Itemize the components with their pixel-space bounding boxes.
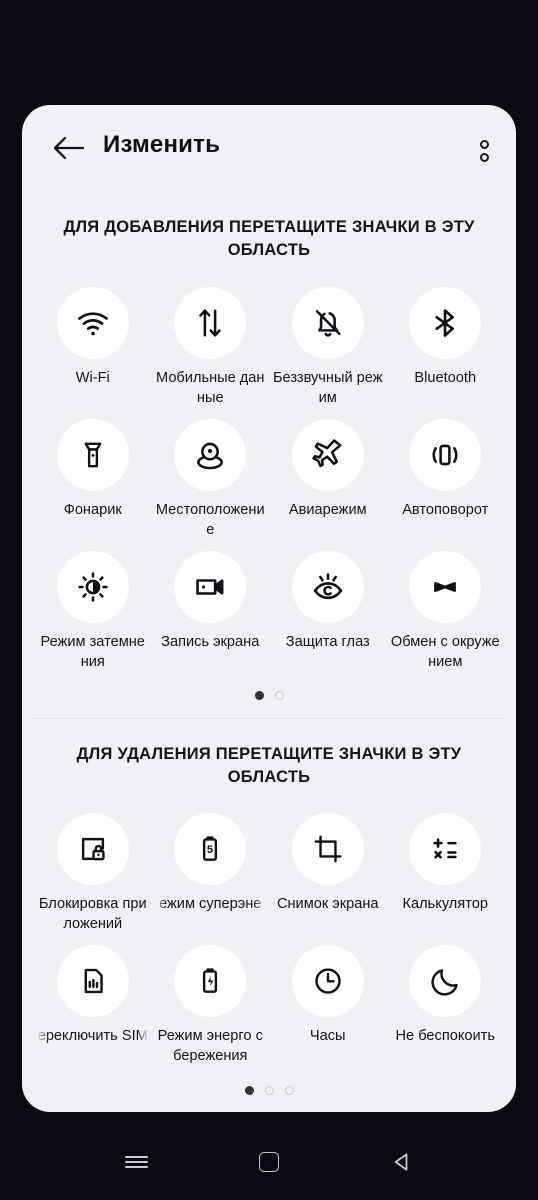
tile-label: Не беспокоить xyxy=(395,1028,495,1044)
tile-icon-container xyxy=(291,551,364,623)
tile-mobile-data[interactable]: Мобильные данные xyxy=(152,287,270,408)
page-dot-1[interactable] xyxy=(254,691,264,700)
tile-label: Защита глаз xyxy=(285,634,370,650)
tile-label: Авиарежим xyxy=(288,502,367,518)
back-arrow-icon[interactable] xyxy=(52,134,86,162)
tile-label: Режим энерго сбережения xyxy=(157,1028,263,1064)
section-divider xyxy=(33,718,505,719)
tile-calculator[interactable]: Калькулятор xyxy=(387,813,505,934)
app-header: Изменить xyxy=(22,105,516,190)
tile-icon-container xyxy=(174,419,247,491)
tile-airplane-mode[interactable]: Авиарежим xyxy=(269,419,387,540)
page-title: Изменить xyxy=(103,131,221,158)
tile-label: Автоповорот xyxy=(402,502,489,518)
home-square-icon[interactable] xyxy=(242,1135,296,1189)
remove-tiles-grid: Блокировка приложений 5 ежим суперэне Сн… xyxy=(22,813,516,1066)
menu-line xyxy=(124,1161,148,1163)
tile-label: Часы xyxy=(309,1028,346,1044)
tile-icon-container xyxy=(409,945,482,1017)
tile-icon-container xyxy=(409,551,482,623)
remove-section-page-dots xyxy=(22,1086,516,1095)
tile-nearby-share[interactable]: Обмен с окружением xyxy=(387,551,505,672)
tile-label: Фонарик xyxy=(63,502,122,518)
tile-icon-container xyxy=(291,813,364,885)
tile-icon-container xyxy=(409,813,482,885)
tile-wifi[interactable]: Wi-Fi xyxy=(34,287,152,408)
tile-icon-container xyxy=(56,551,129,623)
tile-switch-sim[interactable]: ереключить SIM xyxy=(34,945,152,1066)
system-navigation-bar xyxy=(0,1124,538,1200)
remove-section-title: ДЛЯ УДАЛЕНИЯ ПЕРЕТАЩИТЕ ЗНАЧКИ В ЭТУ ОБЛ… xyxy=(76,745,462,786)
add-section-page-dots xyxy=(22,691,516,700)
edit-quick-settings-card: Изменить ДЛЯ ДОБАВЛЕНИЯ ПЕРЕТАЩИТЕ ЗНАЧК… xyxy=(22,105,516,1112)
page-dot-2[interactable] xyxy=(274,691,284,700)
tile-eye-comfort[interactable]: Защита глаз xyxy=(269,551,387,672)
tile-dark-mode[interactable]: Режим затемнения xyxy=(34,551,152,672)
tile-label: Местоположение xyxy=(155,502,265,538)
tile-app-lock[interactable]: Блокировка приложений xyxy=(34,813,152,934)
tile-icon-container xyxy=(56,945,129,1017)
page-dot-3[interactable] xyxy=(284,1086,294,1095)
menu-dot xyxy=(480,140,489,149)
tile-icon-container xyxy=(291,945,364,1017)
more-vertical-icon[interactable] xyxy=(460,127,504,173)
tile-icon-container xyxy=(56,287,129,359)
tile-icon-container xyxy=(174,551,247,623)
tile-label: Bluetooth xyxy=(414,370,477,386)
tile-location[interactable]: Местоположение xyxy=(152,419,270,540)
tile-icon-container xyxy=(409,287,482,359)
tile-icon-container xyxy=(291,419,364,491)
add-tiles-grid: Wi-Fi Мобильные данные Беззвучный режим … xyxy=(22,287,516,672)
tile-icon-container xyxy=(409,419,482,491)
add-section-title: ДЛЯ ДОБАВЛЕНИЯ ПЕРЕТАЩИТЕ ЗНАЧКИ В ЭТУ О… xyxy=(63,218,475,259)
tile-clock[interactable]: Часы xyxy=(269,945,387,1066)
tile-icon-container xyxy=(174,945,247,1017)
menu-lines-icon[interactable] xyxy=(109,1135,163,1189)
menu-dot xyxy=(480,153,489,162)
tile-label: Блокировка приложений xyxy=(38,896,147,932)
svg-text:5: 5 xyxy=(207,844,213,856)
tile-icon-container xyxy=(56,813,129,885)
tile-label: Режим затемнения xyxy=(40,634,145,670)
tile-icon-container xyxy=(291,287,364,359)
tile-silent-mode[interactable]: Беззвучный режим xyxy=(269,287,387,408)
tile-label: Обмен с окружением xyxy=(390,634,500,670)
tile-icon-container xyxy=(56,419,129,491)
home-square-shape xyxy=(258,1152,279,1172)
tile-label: Wi-Fi xyxy=(75,370,110,386)
tile-power-saving[interactable]: Режим энерго сбережения xyxy=(152,945,270,1066)
tile-auto-rotate[interactable]: Автоповорот xyxy=(387,419,505,540)
tile-label: Снимок экрана xyxy=(276,896,379,912)
menu-line xyxy=(124,1166,148,1168)
tile-ultra-power-saving[interactable]: 5 ежим суперэне xyxy=(152,813,270,934)
tile-do-not-disturb[interactable]: Не беспокоить xyxy=(387,945,505,1066)
page-dot-2[interactable] xyxy=(264,1086,274,1095)
tile-bluetooth[interactable]: Bluetooth xyxy=(387,287,505,408)
tile-label: ежим суперэне xyxy=(159,896,262,912)
tile-screen-record[interactable]: Запись экрана xyxy=(152,551,270,672)
tile-icon-container xyxy=(174,287,247,359)
tile-label: ереключить SIM xyxy=(37,1028,148,1044)
tile-label: Запись экрана xyxy=(161,634,260,650)
page-dot-1[interactable] xyxy=(244,1086,254,1095)
tile-label: Калькулятор xyxy=(402,896,488,912)
tile-label: Беззвучный режим xyxy=(272,370,383,406)
tile-screenshot[interactable]: Снимок экрана xyxy=(269,813,387,934)
tile-flashlight[interactable]: Фонарик xyxy=(34,419,152,540)
tile-label: Мобильные данные xyxy=(156,370,265,406)
tile-icon-container: 5 xyxy=(174,813,247,885)
menu-line xyxy=(124,1156,148,1158)
back-triangle-icon[interactable] xyxy=(375,1135,429,1189)
